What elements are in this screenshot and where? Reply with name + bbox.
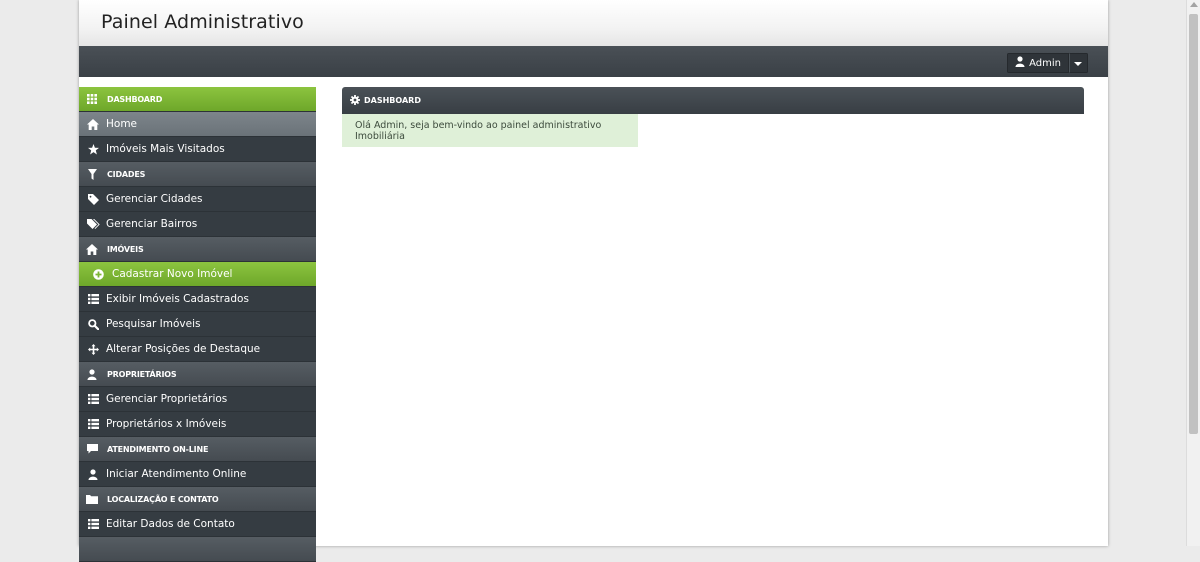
sidebar-item-proprietarios-x-imoveis[interactable]: Proprietários x Imóveis xyxy=(79,412,316,437)
sidebar-section-proprietarios[interactable]: PROPRIETÁRIOS xyxy=(79,362,316,387)
user-icon xyxy=(1015,56,1025,70)
panel-title: DASHBOARD xyxy=(364,96,421,105)
gear-icon xyxy=(350,94,360,107)
sidebar-item-label: CIDADES xyxy=(107,169,146,179)
sidebar-section-partial xyxy=(79,537,316,562)
sidebar-item-gerenciar-proprietarios[interactable]: Gerenciar Proprietários xyxy=(79,387,316,412)
sidebar-item-alterar-posicoes-de-destaque[interactable]: Alterar Posições de Destaque xyxy=(79,337,316,362)
sidebar-item-editar-dados-de-contato[interactable]: Editar Dados de Contato xyxy=(79,512,316,537)
star-icon xyxy=(86,143,100,155)
sidebar-item-label: Gerenciar Proprietários xyxy=(106,393,228,405)
search-icon xyxy=(86,318,100,330)
sidebar-item-label: Iniciar Atendimento Online xyxy=(106,468,247,480)
chevron-down-icon[interactable] xyxy=(1069,53,1088,73)
user-name: Admin xyxy=(1029,57,1061,69)
home-icon xyxy=(86,118,100,130)
sidebar-item-label: PROPRIETÁRIOS xyxy=(107,369,177,379)
top-header: Painel Administrativo xyxy=(79,0,1108,46)
sidebar-item-label: DASHBOARD xyxy=(107,94,163,104)
user-icon xyxy=(85,368,99,380)
sidebar-section-imoveis[interactable]: IMÓVEIS xyxy=(79,237,316,262)
sidebar-item-pesquisar-imoveis[interactable]: Pesquisar Imóveis xyxy=(79,312,316,337)
app-title: Painel Administrativo xyxy=(101,11,304,33)
sidebar-item-home[interactable]: Home xyxy=(79,112,316,137)
sidebar-item-label: Editar Dados de Contato xyxy=(106,518,235,530)
sidebar-item-imoveis-mais-visitados[interactable]: Imóveis Mais Visitados xyxy=(79,137,316,162)
sidebar-item-iniciar-atendimento-online[interactable]: Iniciar Atendimento Online xyxy=(79,462,316,487)
welcome-alert: Olá Admin, seja bem-vindo ao painel admi… xyxy=(342,114,638,147)
user-icon xyxy=(86,468,100,480)
sidebar-section-dashboard[interactable]: DASHBOARD xyxy=(79,87,316,112)
home-icon xyxy=(85,243,99,255)
page-scrollbar[interactable] xyxy=(1186,0,1200,546)
sidebar-item-label: Imóveis Mais Visitados xyxy=(106,143,225,155)
app-window: Painel Administrativo Admin DASHBOARD Ho xyxy=(79,0,1108,562)
grid-icon xyxy=(85,94,99,104)
sidebar-item-label: IMÓVEIS xyxy=(107,244,144,254)
list-icon xyxy=(86,419,100,429)
comment-icon xyxy=(85,444,99,454)
sidebar-item-label: Alterar Posições de Destaque xyxy=(106,343,261,355)
sidebar-item-label: Cadastrar Novo Imóvel xyxy=(112,268,233,280)
move-icon xyxy=(86,343,100,355)
sidebar-item-label: Home xyxy=(106,118,138,130)
sidebar-item-label: Pesquisar Imóveis xyxy=(106,318,201,330)
list-icon xyxy=(86,394,100,404)
sidebar-item-label: Gerenciar Bairros xyxy=(106,218,198,230)
plus-circle-icon xyxy=(91,268,105,280)
sidebar-item-gerenciar-cidades[interactable]: Gerenciar Cidades xyxy=(79,187,316,212)
filter-icon xyxy=(85,168,99,180)
sidebar-item-label: ATENDIMENTO ON-LINE xyxy=(107,444,209,454)
user-menu[interactable]: Admin xyxy=(1007,53,1088,73)
sidebar-item-cadastrar-novo-imovel[interactable]: Cadastrar Novo Imóvel xyxy=(79,262,316,287)
sidebar-section-cidades[interactable]: CIDADES xyxy=(79,162,316,187)
list-icon xyxy=(86,294,100,304)
folder-icon xyxy=(85,494,99,504)
scroll-up-icon[interactable] xyxy=(1190,2,1198,7)
sidebar-section-localizacao-e-contato[interactable]: LOCALIZAÇÃO E CONTATO xyxy=(79,487,316,512)
sidebar-item-gerenciar-bairros[interactable]: Gerenciar Bairros xyxy=(79,212,316,237)
sidebar-section-atendimento-online[interactable]: ATENDIMENTO ON-LINE xyxy=(79,437,316,462)
top-navbar: Admin xyxy=(79,46,1108,77)
dashboard-panel-header: DASHBOARD xyxy=(342,87,1084,114)
sidebar-item-label: LOCALIZAÇÃO E CONTATO xyxy=(107,494,219,504)
sidebar-item-label: Exibir Imóveis Cadastrados xyxy=(106,293,249,305)
list-icon xyxy=(86,519,100,529)
user-button[interactable]: Admin xyxy=(1007,53,1069,73)
tag-icon xyxy=(86,193,100,205)
sidebar-item-label: Proprietários x Imóveis xyxy=(106,418,227,430)
tags-icon xyxy=(86,218,100,230)
scrollbar-thumb[interactable] xyxy=(1189,14,1198,434)
sidebar-item-label: Gerenciar Cidades xyxy=(106,193,203,205)
sidebar-item-exibir-imoveis-cadastrados[interactable]: Exibir Imóveis Cadastrados xyxy=(79,287,316,312)
sidebar: DASHBOARD Home Imóveis Mais Visitados CI… xyxy=(79,87,316,562)
